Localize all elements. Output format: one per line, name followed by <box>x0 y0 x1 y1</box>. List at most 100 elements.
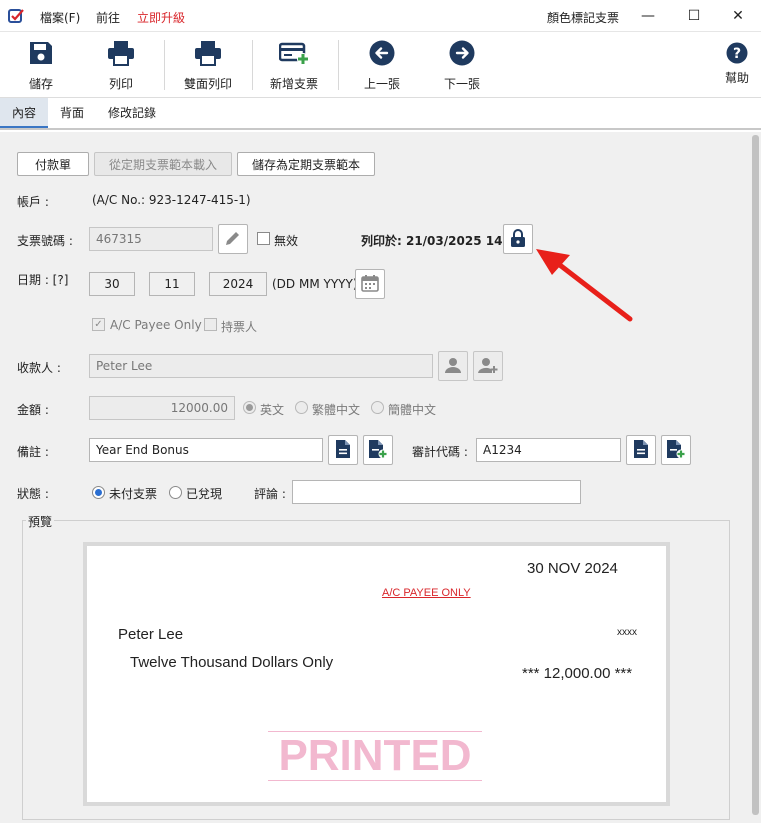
previous-label: 上一張 <box>363 77 400 91</box>
select-payee-button[interactable] <box>438 351 468 381</box>
status-cashed-radio[interactable] <box>169 486 182 499</box>
duplex-print-button[interactable]: 雙面列印 <box>176 32 240 98</box>
help-button[interactable]: ? 幫助 <box>716 32 758 98</box>
tab-history[interactable]: 修改記錄 <box>96 98 168 128</box>
save-template-button[interactable]: 儲存為定期支票範本 <box>237 152 375 176</box>
amount-label: 金額 : <box>17 403 49 417</box>
calendar-icon <box>361 274 379 295</box>
add-person-icon <box>478 356 498 377</box>
cheque-number-field[interactable]: 467315 <box>89 227 213 251</box>
help-icon: ? <box>726 42 748 67</box>
payee-field[interactable]: Peter Lee <box>89 354 433 378</box>
audit-add-button[interactable] <box>661 435 691 465</box>
cheque-xxxx: xxxx <box>617 627 637 638</box>
close-button[interactable]: ✕ <box>715 0 761 32</box>
date-format-hint: (DD MM YYYY) <box>272 277 358 291</box>
red-arrow-annotation <box>536 249 633 322</box>
next-label: 下一張 <box>443 77 480 91</box>
memo-template-button[interactable] <box>328 435 358 465</box>
date-year-field[interactable]: 2024 <box>209 272 267 296</box>
printer-icon <box>194 40 222 69</box>
new-cheque-label: 新增支票 <box>269 77 318 91</box>
amount-field[interactable]: 12000.00 <box>89 396 235 420</box>
maximize-button[interactable]: ☐ <box>671 0 717 32</box>
person-icon <box>444 356 462 377</box>
menu-goto[interactable]: 前往 <box>96 9 120 26</box>
cheque-amount-words: Twelve Thousand Dollars Only <box>130 654 334 671</box>
lang-tc-radio[interactable] <box>295 401 308 414</box>
date-day-field[interactable]: 30 <box>89 272 135 296</box>
lock-button[interactable] <box>503 224 533 254</box>
save-label: 儲存 <box>28 77 53 91</box>
menu-file[interactable]: 檔案(F) <box>40 9 80 26</box>
lang-sc-label: 簡體中文 <box>388 403 437 417</box>
toolbar-separator <box>164 40 165 90</box>
pencil-icon <box>224 229 242 250</box>
print-button[interactable]: 列印 <box>92 32 150 98</box>
void-label: 無效 <box>274 234 299 248</box>
date-month-field[interactable]: 11 <box>149 272 195 296</box>
cheque-payee: Peter Lee <box>118 626 184 643</box>
audit-template-button[interactable] <box>626 435 656 465</box>
lang-english-radio[interactable] <box>243 401 256 414</box>
new-cheque-button[interactable]: 新增支票 <box>262 32 326 98</box>
memo-label: 備註 : <box>17 445 49 459</box>
calendar-button[interactable] <box>355 269 385 299</box>
memo-field[interactable]: Year End Bonus <box>89 438 323 462</box>
audit-code-field[interactable]: A1234 <box>476 438 621 462</box>
toolbar-separator <box>338 40 339 90</box>
tab-content[interactable]: 內容 <box>0 98 49 128</box>
lock-icon <box>510 228 526 251</box>
ac-payee-label: A/C Payee Only <box>110 318 202 332</box>
bearer-label: 持票人 <box>221 320 258 334</box>
comment-label: 評論 : <box>254 487 286 501</box>
printed-stamp: PRINTED <box>268 731 482 781</box>
title-bar: 檔案(F) 前往 立即升級 顏色標記支票 — ☐ ✕ <box>0 0 761 32</box>
status-label: 狀態 : <box>17 487 49 501</box>
svg-text:?: ? <box>733 46 741 62</box>
minimize-button[interactable]: — <box>625 0 671 32</box>
lang-sc-radio[interactable] <box>371 401 384 414</box>
add-document-icon <box>666 439 686 462</box>
payment-voucher-button[interactable]: 付款單 <box>17 152 89 176</box>
status-unpaid-label: 未付支票 <box>109 487 158 501</box>
payee-label: 收款人 : <box>17 361 61 375</box>
toolbar: 儲存 列印 雙面列印 新增支票 上一張 下一張 ? 幫助 <box>0 32 761 98</box>
app-icon <box>8 8 24 27</box>
document-icon <box>335 439 351 462</box>
menu-upgrade[interactable]: 立即升級 <box>137 9 185 26</box>
next-button[interactable]: 下一張 <box>432 32 492 98</box>
previous-button[interactable]: 上一張 <box>352 32 412 98</box>
date-label: 日期 : [?] <box>17 273 69 287</box>
add-document-icon <box>368 439 388 462</box>
arrow-left-icon <box>369 40 395 69</box>
memo-add-button[interactable] <box>363 435 393 465</box>
status-cashed-label: 已兌現 <box>186 487 223 501</box>
lang-tc-label: 繁體中文 <box>312 403 361 417</box>
printed-at-text: 列印於: 21/03/2025 14:51 <box>361 234 524 248</box>
save-icon <box>28 40 54 69</box>
account-value: (A/C No.: 923-1247-415-1) <box>92 193 251 207</box>
void-checkbox[interactable] <box>257 232 270 245</box>
tab-back[interactable]: 背面 <box>48 98 96 128</box>
save-button[interactable]: 儲存 <box>14 32 68 98</box>
audit-code-label: 審計代碼 : <box>412 445 468 459</box>
lang-english-label: 英文 <box>260 403 285 417</box>
printer-icon <box>107 40 135 69</box>
load-template-button[interactable]: 從定期支票範本載入 <box>94 152 232 176</box>
edit-cheque-number-button[interactable] <box>218 224 248 254</box>
comment-field[interactable] <box>292 480 581 504</box>
preview-label: 預覽 <box>26 513 55 530</box>
scrollbar-thumb[interactable] <box>752 135 759 815</box>
window-title: 顏色標記支票 <box>547 11 620 25</box>
arrow-right-icon <box>449 40 475 69</box>
print-label: 列印 <box>108 77 133 91</box>
status-unpaid-radio[interactable] <box>92 486 105 499</box>
add-payee-button[interactable] <box>473 351 503 381</box>
cheque-date: 30 NOV 2024 <box>527 560 618 577</box>
document-icon <box>633 439 649 462</box>
duplex-print-label: 雙面列印 <box>183 77 232 91</box>
bearer-checkbox[interactable] <box>204 318 217 331</box>
tab-bar: 內容 背面 修改記錄 <box>0 98 761 130</box>
ac-payee-checkbox[interactable]: ✓ <box>92 318 105 331</box>
